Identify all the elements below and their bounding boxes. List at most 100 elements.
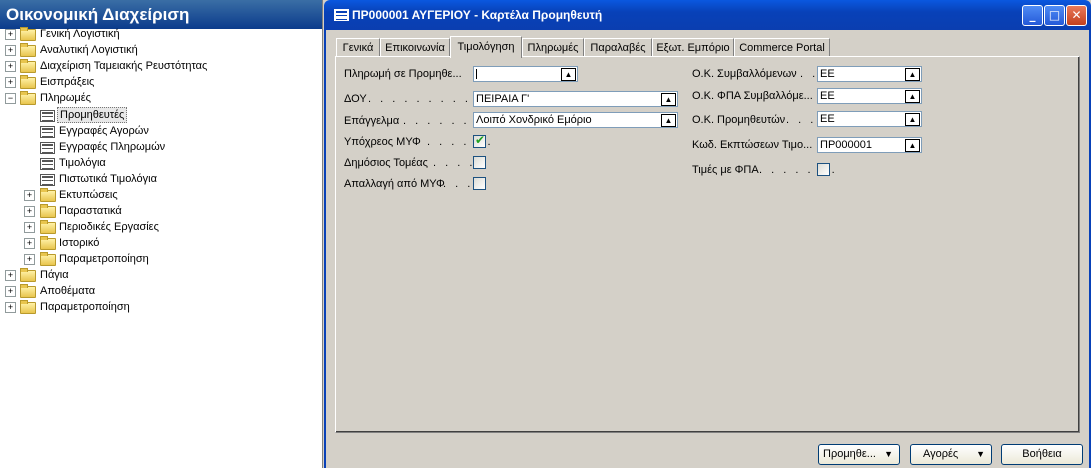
tab-general[interactable]: Γενικά — [336, 38, 380, 57]
expand-icon[interactable]: + — [24, 206, 35, 217]
myf-exempt-label: Απαλλαγή από ΜΥΦ — [344, 178, 445, 190]
tab-foreign-trade[interactable]: Εξωτ. Εμπόριο — [652, 38, 734, 57]
tree-item-label: Εγγραφές Αγορών — [59, 125, 149, 137]
supplier-type-field[interactable]: ΕΕ ▲ — [817, 111, 922, 127]
lookup-arrow-icon[interactable]: ▲ — [905, 139, 920, 152]
form-icon — [40, 126, 55, 138]
label-dots: . . . — [786, 114, 817, 126]
expand-icon[interactable]: + — [5, 302, 16, 313]
expand-icon[interactable]: + — [24, 190, 35, 201]
expand-icon[interactable]: + — [24, 254, 35, 265]
lookup-arrow-icon[interactable]: ▲ — [661, 114, 676, 127]
button-label: Αγορές — [923, 448, 959, 460]
expand-icon[interactable]: + — [24, 222, 35, 233]
tree-item-label: Εισπράξεις — [40, 76, 95, 88]
party-type-field[interactable]: ΕΕ ▲ — [817, 66, 922, 82]
lookup-arrow-icon[interactable]: ▲ — [905, 90, 920, 103]
suppliers-menu-button[interactable]: Προμηθε... ▼ — [818, 444, 900, 465]
tree-item-label: Παραστατικά — [59, 205, 122, 217]
expand-icon[interactable]: + — [5, 286, 16, 297]
tab-payments[interactable]: Πληρωμές — [522, 38, 584, 57]
lookup-arrow-icon[interactable]: ▲ — [905, 113, 920, 126]
price-discount-code-value: ΠΡ000001 — [820, 139, 872, 151]
folder-icon — [40, 204, 56, 218]
vat-party-type-value: ΕΕ — [820, 90, 835, 102]
expand-icon[interactable]: + — [5, 61, 16, 72]
folder-icon — [40, 220, 56, 234]
lookup-arrow-icon[interactable]: ▲ — [661, 93, 676, 106]
supplier-type-value: ΕΕ — [820, 113, 835, 125]
vat-party-type-label: Ο.Κ. ΦΠΑ Συμβαλλόμε... — [692, 90, 813, 102]
help-button[interactable]: Βοήθεια — [1001, 444, 1083, 465]
expand-icon[interactable]: + — [5, 77, 16, 88]
tax-office-value: ΠΕΙΡΑΙΑ Γ' — [476, 93, 530, 105]
folder-icon — [20, 268, 36, 282]
expand-icon[interactable]: + — [5, 270, 16, 281]
vat-party-type-field[interactable]: ΕΕ ▲ — [817, 88, 922, 104]
tree-item-label: Παραμετροποίηση — [40, 301, 130, 313]
label-dots: . . . — [443, 178, 474, 190]
form-icon — [334, 9, 349, 21]
tree-item-label: Πάγια — [40, 269, 69, 281]
tab-contact[interactable]: Επικοινωνία — [380, 38, 450, 57]
expand-icon[interactable]: + — [24, 238, 35, 249]
folder-icon — [20, 75, 36, 89]
tab-receipts[interactable]: Παραλαβές — [584, 38, 652, 57]
prices-incl-vat-checkbox[interactable] — [817, 163, 830, 176]
tree-item-label: Ιστορικό — [59, 237, 100, 249]
tree-item-label: Εκτυπώσεις — [59, 189, 118, 201]
lookup-arrow-icon[interactable]: ▲ — [561, 68, 576, 81]
tax-office-field[interactable]: ΠΕΙΡΑΙΑ Γ' ▲ — [473, 91, 678, 107]
tree-item-label: Αποθέματα — [40, 285, 96, 297]
public-sector-checkbox[interactable] — [473, 156, 486, 169]
window-title-bar[interactable]: ΠΡ000001 ΑΥΓΕΡΙΟΥ - Καρτέλα Προμηθευτή _… — [324, 0, 1091, 30]
tab-invoicing[interactable]: Τιμολόγηση — [450, 36, 522, 58]
price-discount-code-label: Κωδ. Εκπτώσεων Τιμο... — [692, 139, 813, 151]
label-dots: . . . . . . . — [403, 115, 482, 127]
maximize-button[interactable]: □ — [1044, 5, 1065, 26]
public-sector-label: Δημόσιος Τομέας — [344, 157, 428, 169]
folder-icon — [20, 59, 36, 73]
tree-item-label: Αναλυτική Λογιστική — [40, 44, 138, 56]
expand-icon[interactable]: + — [5, 29, 16, 40]
tree-item-label: Διαχείριση Ταμειακής Ρευστότητας — [40, 60, 208, 72]
folder-icon — [40, 236, 56, 250]
tree-item-label: Παραμετροποίηση — [59, 253, 149, 265]
button-label: Προμηθε... — [823, 448, 876, 460]
tree-item-label: Τιμολόγια — [59, 157, 106, 169]
myf-obliged-checkbox[interactable]: ✔ — [473, 133, 486, 148]
label-dots: . . — [800, 68, 819, 80]
expand-icon[interactable]: + — [5, 45, 16, 56]
tab-commerce-portal[interactable]: Commerce Portal — [734, 38, 830, 57]
lookup-arrow-icon[interactable]: ▲ — [905, 68, 920, 81]
open-folder-icon — [20, 91, 36, 105]
label-dots: . . . . — [433, 157, 476, 169]
folder-icon — [40, 252, 56, 266]
folder-icon — [40, 188, 56, 202]
folder-icon — [20, 284, 36, 298]
form-icon — [40, 158, 55, 170]
close-button[interactable]: ✕ — [1066, 5, 1087, 26]
pay-to-supplier-field[interactable]: ▲ — [473, 66, 578, 82]
tax-office-label: ΔΟΥ — [344, 93, 367, 105]
minimize-button[interactable]: _ — [1022, 5, 1043, 26]
check-icon: ✔ — [475, 133, 486, 147]
navigation-pane-title: Οικονομική Διαχείριση — [0, 0, 322, 29]
purchases-menu-button[interactable]: Αγορές ▼ — [910, 444, 992, 465]
folder-icon — [20, 300, 36, 314]
tree-item-label: Πληρωμές — [40, 92, 91, 104]
party-type-value: ΕΕ — [820, 68, 835, 80]
folder-icon — [20, 43, 36, 57]
text-caret — [476, 69, 477, 79]
profession-field[interactable]: Λοιπό Χονδρικό Εμόριο ▲ — [473, 112, 678, 128]
dropdown-arrow-icon: ▼ — [976, 449, 985, 459]
myf-obliged-label: Υπόχρεος ΜΥΦ — [344, 136, 421, 148]
form-icon — [40, 142, 55, 154]
pay-to-supplier-label: Πληρωμή σε Προμηθε... — [344, 68, 462, 80]
form-icon — [40, 174, 55, 186]
price-discount-code-field[interactable]: ΠΡ000001 ▲ — [817, 137, 922, 153]
myf-exempt-checkbox[interactable] — [473, 177, 486, 190]
collapse-icon[interactable]: − — [5, 93, 16, 104]
profession-label: Επάγγελμα — [344, 115, 400, 127]
tree-item-label: Γενική Λογιστική — [40, 28, 120, 40]
